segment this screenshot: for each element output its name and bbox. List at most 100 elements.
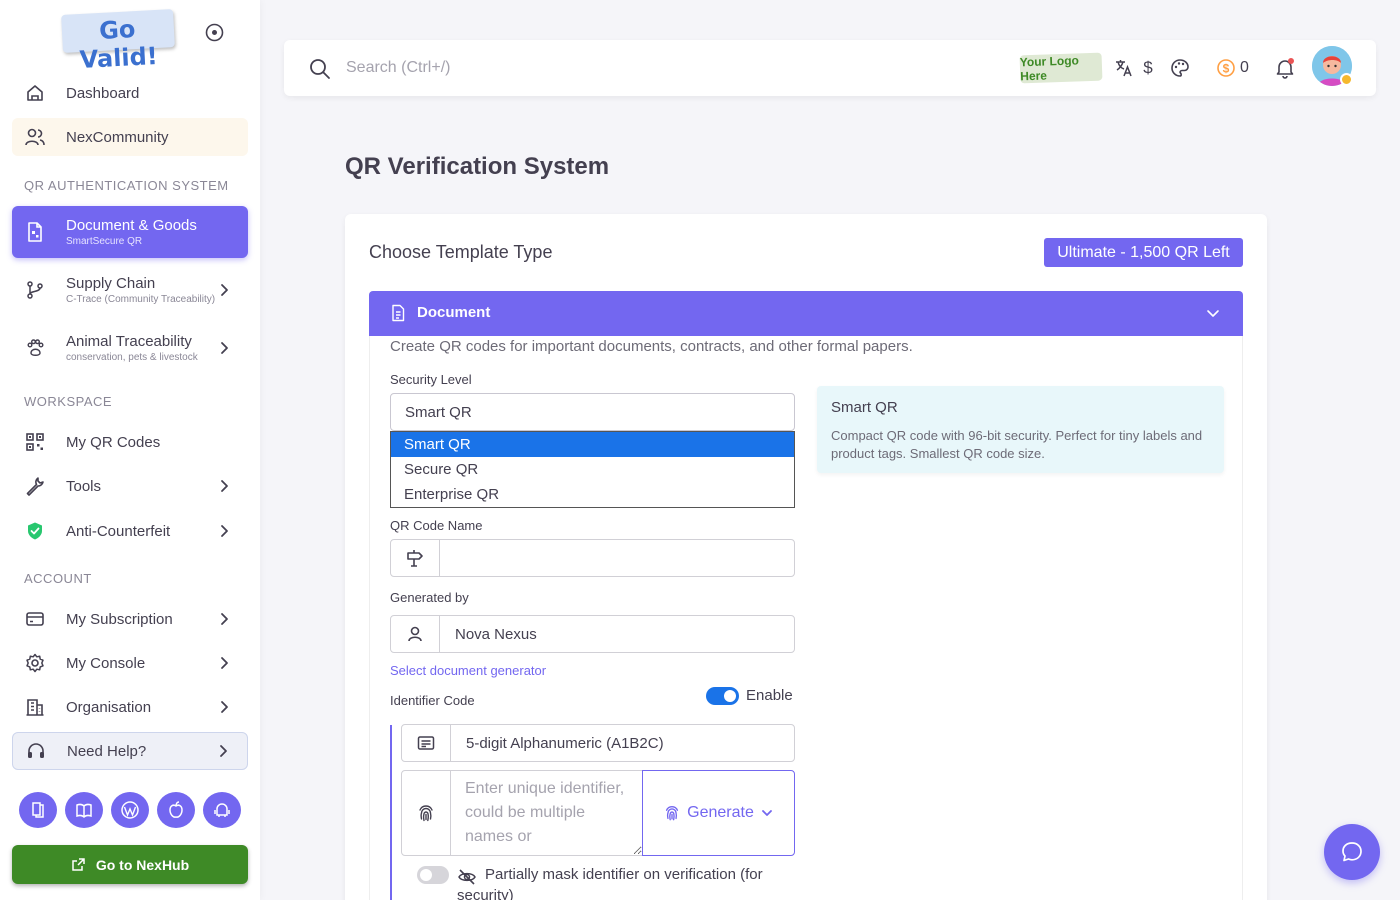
identifier-format-select[interactable]: 5-digit Alphanumeric (A1B2C) [401, 724, 795, 762]
qrcode-icon [24, 431, 46, 453]
identifier-input[interactable] [450, 770, 643, 856]
accordion-title: Document [417, 304, 491, 321]
nav-supply-chain[interactable]: Supply Chain C-Trace (Community Traceabi… [12, 264, 248, 316]
search-input[interactable] [346, 56, 646, 80]
accordion-description: Create QR codes for important documents,… [390, 338, 913, 355]
bell-icon[interactable] [1274, 57, 1296, 79]
nav-organisation-label: Organisation [66, 698, 152, 716]
chevron-right-icon [216, 282, 232, 298]
security-info-panel: Smart QR Compact QR code with 96-bit sec… [817, 386, 1224, 473]
option-secure-qr[interactable]: Secure QR [391, 457, 794, 482]
section-account: ACCOUNT [24, 571, 92, 586]
apple-icon [167, 800, 185, 820]
collapse-sidebar-icon[interactable] [205, 23, 224, 42]
nav-my-subscription-label: My Subscription [66, 610, 173, 628]
nav-animal-traceability[interactable]: Animal Traceability conservation, pets &… [12, 322, 248, 374]
coin-icon[interactable]: $ [1215, 57, 1237, 79]
wordpress-icon [120, 800, 140, 820]
android-icon [213, 801, 231, 819]
generate-button[interactable]: Generate [642, 770, 795, 856]
nav-dashboard-label: Dashboard [66, 84, 140, 102]
generate-label: Generate [687, 804, 754, 821]
nav-supply-chain-label: Supply Chain [66, 275, 156, 292]
qr-code-name-group [390, 539, 795, 577]
nav-supply-chain-sub: C-Trace (Community Traceability) [66, 294, 216, 305]
nav-my-subscription[interactable]: My Subscription [12, 600, 248, 638]
verified-badge-icon [1340, 73, 1353, 86]
nav-animal-traceability-sub: conservation, pets & livestock [66, 352, 198, 363]
generated-by-value: Nova Nexus [455, 626, 537, 643]
translate-icon[interactable] [1113, 57, 1135, 79]
credit-card-icon [24, 608, 46, 630]
qr-code-name-input[interactable] [441, 540, 795, 576]
option-enterprise-qr[interactable]: Enterprise QR [391, 482, 794, 507]
nav-my-console[interactable]: My Console [12, 644, 248, 682]
chevron-right-icon [216, 340, 232, 356]
document-accordion-body: Create QR codes for important documents,… [369, 336, 1243, 900]
page-title: QR Verification System [345, 153, 610, 180]
section-qr-authentication: QR AUTHENTICATION SYSTEM [24, 178, 229, 193]
chat-bubble-icon [1340, 840, 1364, 864]
nav-dashboard[interactable]: Dashboard [12, 74, 248, 112]
security-level-value: Smart QR [405, 403, 472, 421]
nav-my-qr-codes[interactable]: My QR Codes [12, 423, 248, 461]
nav-anti-counterfeit[interactable]: Anti-Counterfeit [12, 512, 248, 550]
sidebar: Go Valid! Dashboard NexCommunity QR AUTH… [0, 0, 260, 900]
chevron-right-icon [215, 743, 231, 759]
search-icon[interactable] [308, 57, 332, 81]
apple-link-button[interactable] [157, 792, 195, 828]
security-level-select[interactable]: Smart QR [390, 393, 795, 431]
nav-organisation[interactable]: Organisation [12, 688, 248, 726]
security-level-dropdown: Smart QR Secure QR Enterprise QR [390, 431, 795, 508]
currency-selector[interactable]: $ [1137, 57, 1159, 79]
chevron-right-icon [216, 523, 232, 539]
identifier-input-group: Generate [401, 770, 795, 856]
user-icon [391, 616, 440, 652]
document-accordion-header[interactable]: Document [369, 291, 1243, 336]
shield-check-icon [24, 520, 46, 542]
fingerprint-icon [657, 804, 687, 822]
nav-need-help[interactable]: Need Help? [12, 732, 248, 770]
identifier-group-divider [390, 725, 392, 900]
go-to-nexhub-button[interactable]: Go to NexHub [12, 845, 248, 884]
your-logo-placeholder[interactable]: Your Logo Here [1019, 52, 1103, 84]
generated-by-group[interactable]: Nova Nexus [390, 615, 795, 653]
guide-link-button[interactable] [65, 792, 103, 828]
id-card-icon [402, 725, 451, 761]
nav-my-qr-codes-label: My QR Codes [66, 433, 161, 451]
docs-link-button[interactable] [19, 792, 57, 828]
nav-animal-traceability-label: Animal Traceability [66, 333, 192, 350]
wordpress-link-button[interactable] [111, 792, 149, 828]
nav-document-goods-sub: SmartSecure QR [66, 236, 143, 247]
generated-by-label: Generated by [390, 590, 469, 605]
open-book-icon [75, 801, 93, 819]
wrench-icon [24, 475, 46, 497]
nav-document-goods-label: Document & Goods [66, 217, 197, 234]
nav-document-goods[interactable]: Document & Goods SmartSecure QR [12, 206, 248, 258]
document-icon [390, 304, 406, 322]
nav-my-console-label: My Console [66, 654, 146, 672]
signpost-icon [391, 540, 440, 576]
palette-icon[interactable] [1169, 57, 1191, 79]
go-valid-logo[interactable]: Go Valid! [61, 9, 175, 74]
chat-button[interactable] [1324, 824, 1380, 880]
mask-identifier-toggle[interactable] [417, 866, 449, 884]
nav-nexcommunity[interactable]: NexCommunity [12, 118, 248, 156]
plan-badge: Ultimate - 1,500 QR Left [1044, 238, 1243, 267]
chevron-right-icon [216, 611, 232, 627]
generated-by-helper[interactable]: Select document generator [390, 663, 546, 678]
identifier-format-value: 5-digit Alphanumeric (A1B2C) [466, 735, 664, 752]
nav-tools[interactable]: Tools [12, 467, 248, 505]
nav-need-help-label: Need Help? [67, 742, 147, 760]
identifier-enable-toggle[interactable] [706, 687, 739, 705]
card-title: Choose Template Type [369, 242, 553, 262]
identifier-enable-label: Enable [746, 687, 793, 704]
android-link-button[interactable] [203, 792, 241, 828]
chevron-right-icon [216, 699, 232, 715]
nav-tools-label: Tools [66, 477, 102, 495]
chevron-down-icon [754, 806, 780, 820]
home-icon [24, 82, 46, 104]
book-pages-icon [29, 801, 47, 819]
nav-anti-counterfeit-label: Anti-Counterfeit [66, 522, 171, 540]
option-smart-qr[interactable]: Smart QR [391, 432, 794, 457]
